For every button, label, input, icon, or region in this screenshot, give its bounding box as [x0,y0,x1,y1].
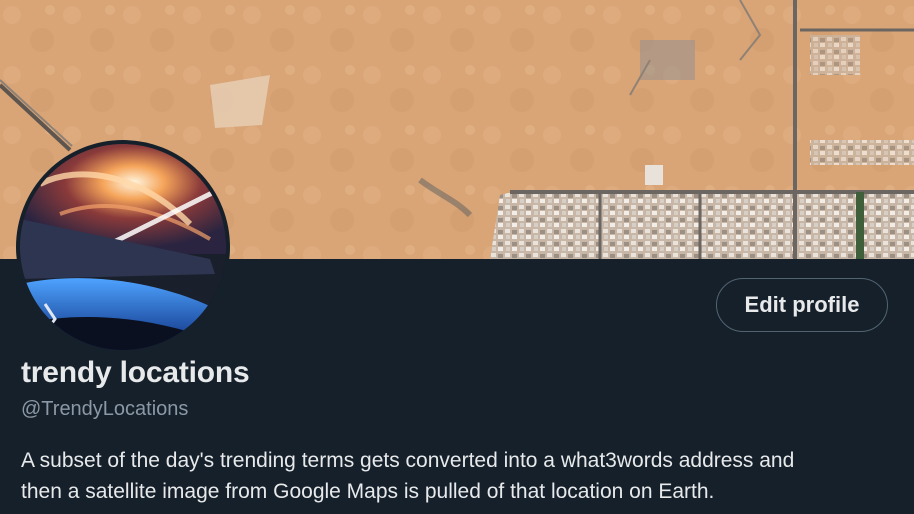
display-name: trendy locations [21,356,250,389]
earth-orbit-photo-icon [20,144,226,350]
edit-profile-button[interactable]: Edit profile [716,278,888,332]
avatar[interactable] [16,140,230,354]
profile-bio: A subset of the day's trending terms get… [21,445,901,507]
user-handle: @TrendyLocations [21,398,189,420]
bio-line: then a satellite image from Google Maps … [21,480,715,503]
bio-line: A subset of the day's trending terms get… [21,449,795,472]
